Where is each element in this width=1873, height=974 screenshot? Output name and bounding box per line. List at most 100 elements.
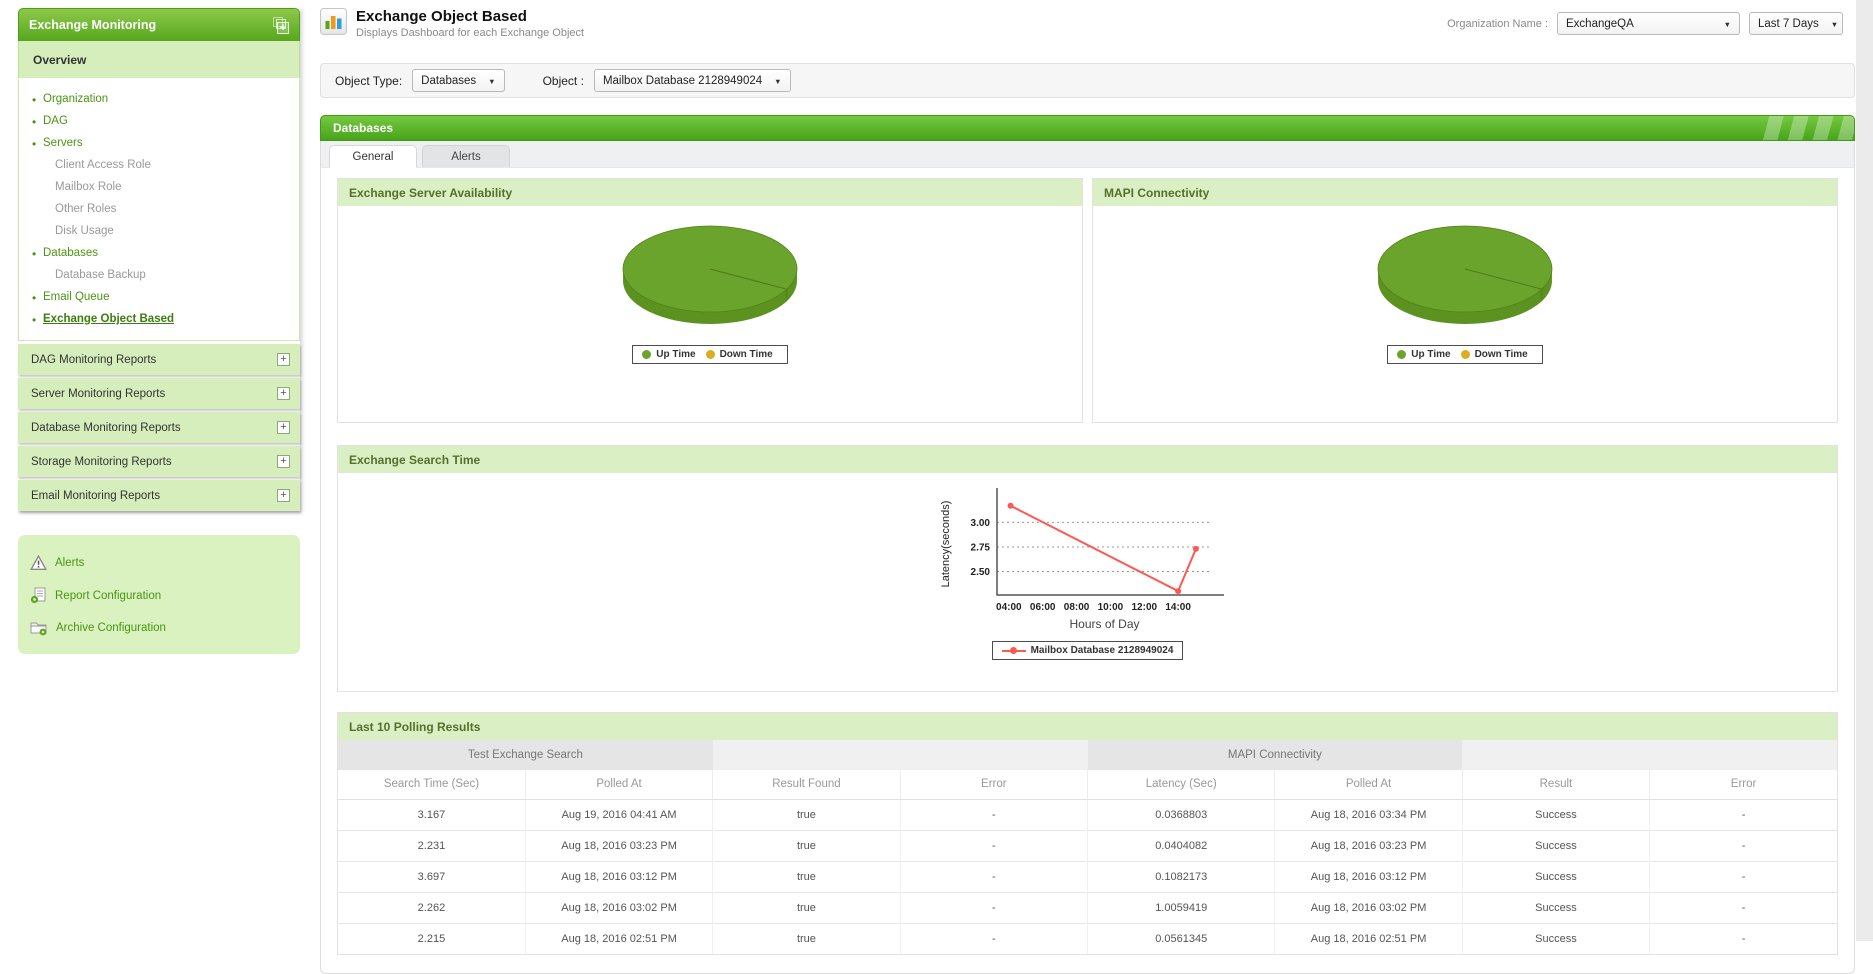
table-row: 3.167 Aug 19, 2016 04:41 AM true -0.0368803… [338, 799, 1837, 830]
table-cell: - [899, 829, 1088, 861]
table-cell: 2.262 [338, 891, 526, 923]
sidebar: Exchange Monitoring Overview Organizatio… [18, 8, 300, 654]
sidebar-item-mailbox-role[interactable]: Mailbox Role [19, 176, 299, 198]
table-cell: 0.0368803 [1086, 799, 1275, 830]
tab-alerts[interactable]: Alerts [422, 145, 510, 167]
time-range-select-value: Last 7 Days [1758, 17, 1819, 30]
sidebar-item-alerts[interactable]: Alerts [30, 547, 288, 579]
expand-icon[interactable] [277, 387, 290, 400]
svg-text:Hours of Day: Hours of Day [1069, 617, 1139, 631]
sidebar-section-dag-monitoring-reports[interactable]: DAG Monitoring Reports [18, 344, 300, 375]
table-cell: Success [1461, 799, 1650, 830]
polling-results-panel: Last 10 Polling Results Test Exchange Se… [337, 712, 1838, 955]
group-header-mapi-connectivity: MAPI Connectivity [1087, 740, 1463, 770]
sidebar-tool-label: Archive Configuration [56, 622, 166, 634]
sidebar-overview-header[interactable]: Overview [18, 41, 300, 78]
sidebar-item-exchange-object-based[interactable]: Exchange Object Based [19, 308, 299, 330]
sidebar-section-database-monitoring-reports[interactable]: Database Monitoring Reports [18, 412, 300, 443]
dashboard-icon [320, 8, 347, 35]
tab-strip: General Alerts [320, 141, 1855, 168]
sidebar-section-email-monitoring-reports[interactable]: Email Monitoring Reports [18, 480, 300, 511]
expand-icon[interactable] [277, 455, 290, 468]
search-time-panel: Exchange Search Time 2.50 2.75 3.00 04:00 06… [337, 445, 1838, 692]
sidebar-item-label: DAG [43, 115, 68, 127]
sidebar-item-dag[interactable]: DAG [19, 110, 299, 132]
chevron-down-icon [1831, 18, 1838, 30]
search-time-panel-title: Exchange Search Time [338, 446, 1837, 473]
line-chart-legend: Mailbox Database 2128949024 [991, 641, 1184, 660]
sidebar-tools-panel: Alerts Report Configuration Archive Conf… [18, 535, 300, 654]
svg-text:2.50: 2.50 [971, 567, 991, 578]
table-row: 2.262 Aug 18, 2016 03:02 PM true -1.0059419… [338, 891, 1837, 923]
availability-panel: Exchange Server Availability Up Time Dow… [337, 178, 1083, 423]
time-range-select[interactable]: Last 7 Days [1749, 12, 1843, 35]
table-cell: - [899, 860, 1088, 892]
availability-pie-chart [622, 225, 798, 324]
stripes-decoration [1759, 116, 1854, 140]
table-cell: 0.0561345 [1086, 922, 1275, 954]
pie-legend: Up Time Down Time [1387, 345, 1543, 364]
sidebar-item-database-backup[interactable]: Database Backup [19, 264, 299, 286]
organization-name-label: Organization Name : [1447, 17, 1548, 30]
table-cell: Success [1461, 891, 1650, 923]
sidebar-item-label: Mailbox Role [55, 181, 122, 193]
sidebar-item-report-configuration[interactable]: Report Configuration [30, 579, 288, 612]
sidebar-item-other-roles[interactable]: Other Roles [19, 198, 299, 220]
table-cell: Aug 18, 2016 03:23 PM [524, 829, 713, 861]
sidebar-item-databases[interactable]: Databases [19, 242, 299, 264]
expand-icon[interactable] [277, 353, 290, 366]
svg-text:2.75: 2.75 [971, 542, 991, 553]
column-header: Result Found [712, 770, 901, 800]
svg-text:04:00: 04:00 [996, 602, 1022, 613]
table-cell: Aug 18, 2016 03:12 PM [524, 860, 713, 892]
table-cell: 1.0059419 [1086, 891, 1275, 923]
sidebar-item-disk-usage[interactable]: Disk Usage [19, 220, 299, 242]
sidebar-section-storage-monitoring-reports[interactable]: Storage Monitoring Reports [18, 446, 300, 477]
sidebar-item-label: Email Queue [43, 291, 110, 303]
sidebar-section-label: Storage Monitoring Reports [31, 455, 172, 468]
expand-icon[interactable] [277, 421, 290, 434]
object-select[interactable]: Mailbox Database 2128949024 [593, 69, 791, 92]
mapi-panel: MAPI Connectivity Up Time Down Time [1092, 178, 1838, 423]
group-header-test-exchange-search: Test Exchange Search [338, 740, 713, 770]
table-cell: 3.167 [417, 808, 446, 821]
table-cell: - [899, 799, 1088, 830]
table-cell: Success [1461, 922, 1650, 954]
sidebar-item-label: Exchange Object Based [43, 313, 175, 325]
table-row: 3.697 Aug 18, 2016 03:12 PM true -0.1082173… [338, 860, 1837, 892]
sidebar-item-servers[interactable]: Servers [19, 132, 299, 154]
table-cell: - [1649, 860, 1837, 892]
organization-select[interactable]: ExchangeQA [1557, 12, 1740, 35]
expand-all-icon[interactable] [270, 16, 289, 34]
availability-panel-title: Exchange Server Availability [338, 179, 1082, 206]
sidebar-item-email-queue[interactable]: Email Queue [19, 286, 299, 308]
table-cell: true [712, 799, 901, 830]
sidebar-item-archive-configuration[interactable]: Archive Configuration [30, 612, 288, 644]
table-cell: Success [1461, 829, 1650, 861]
column-header: Error [899, 770, 1088, 800]
svg-text:12:00: 12:00 [1131, 602, 1157, 613]
table-cell: Aug 18, 2016 02:51 PM [524, 922, 713, 954]
table-cell: Aug 18, 2016 03:02 PM [1274, 891, 1463, 923]
table-row: 2.231 Aug 18, 2016 03:23 PM true -0.0404082… [338, 829, 1837, 861]
sidebar-section-server-monitoring-reports[interactable]: Server Monitoring Reports [18, 378, 300, 409]
expand-icon[interactable] [277, 489, 290, 502]
column-header: Search Time (Sec) [338, 770, 526, 800]
sidebar-item-client-access-role[interactable]: Client Access Role [19, 154, 299, 176]
page-header: Exchange Object Based Displays Dashboard… [320, 8, 1855, 56]
sidebar-item-organization[interactable]: Organization [19, 88, 299, 110]
sidebar-section-label: Server Monitoring Reports [31, 387, 166, 400]
svg-text:10:00: 10:00 [1098, 602, 1124, 613]
tab-general[interactable]: General [329, 145, 417, 168]
table-cell: 0.1082173 [1086, 860, 1275, 892]
tab-content: Exchange Server Availability Up Time Dow… [320, 167, 1855, 974]
svg-text:14:00: 14:00 [1165, 602, 1191, 613]
page-subtitle: Displays Dashboard for each Exchange Obj… [356, 27, 585, 39]
column-header: Latency (Sec) [1086, 770, 1275, 800]
table-cell: true [712, 860, 901, 892]
table-cell: Aug 18, 2016 03:02 PM [524, 891, 713, 923]
sidebar-item-label: Organization [43, 93, 109, 105]
databases-section-header: Databases [320, 115, 1855, 141]
page-right-gutter [1856, 0, 1873, 941]
object-type-select[interactable]: Databases [412, 69, 505, 92]
